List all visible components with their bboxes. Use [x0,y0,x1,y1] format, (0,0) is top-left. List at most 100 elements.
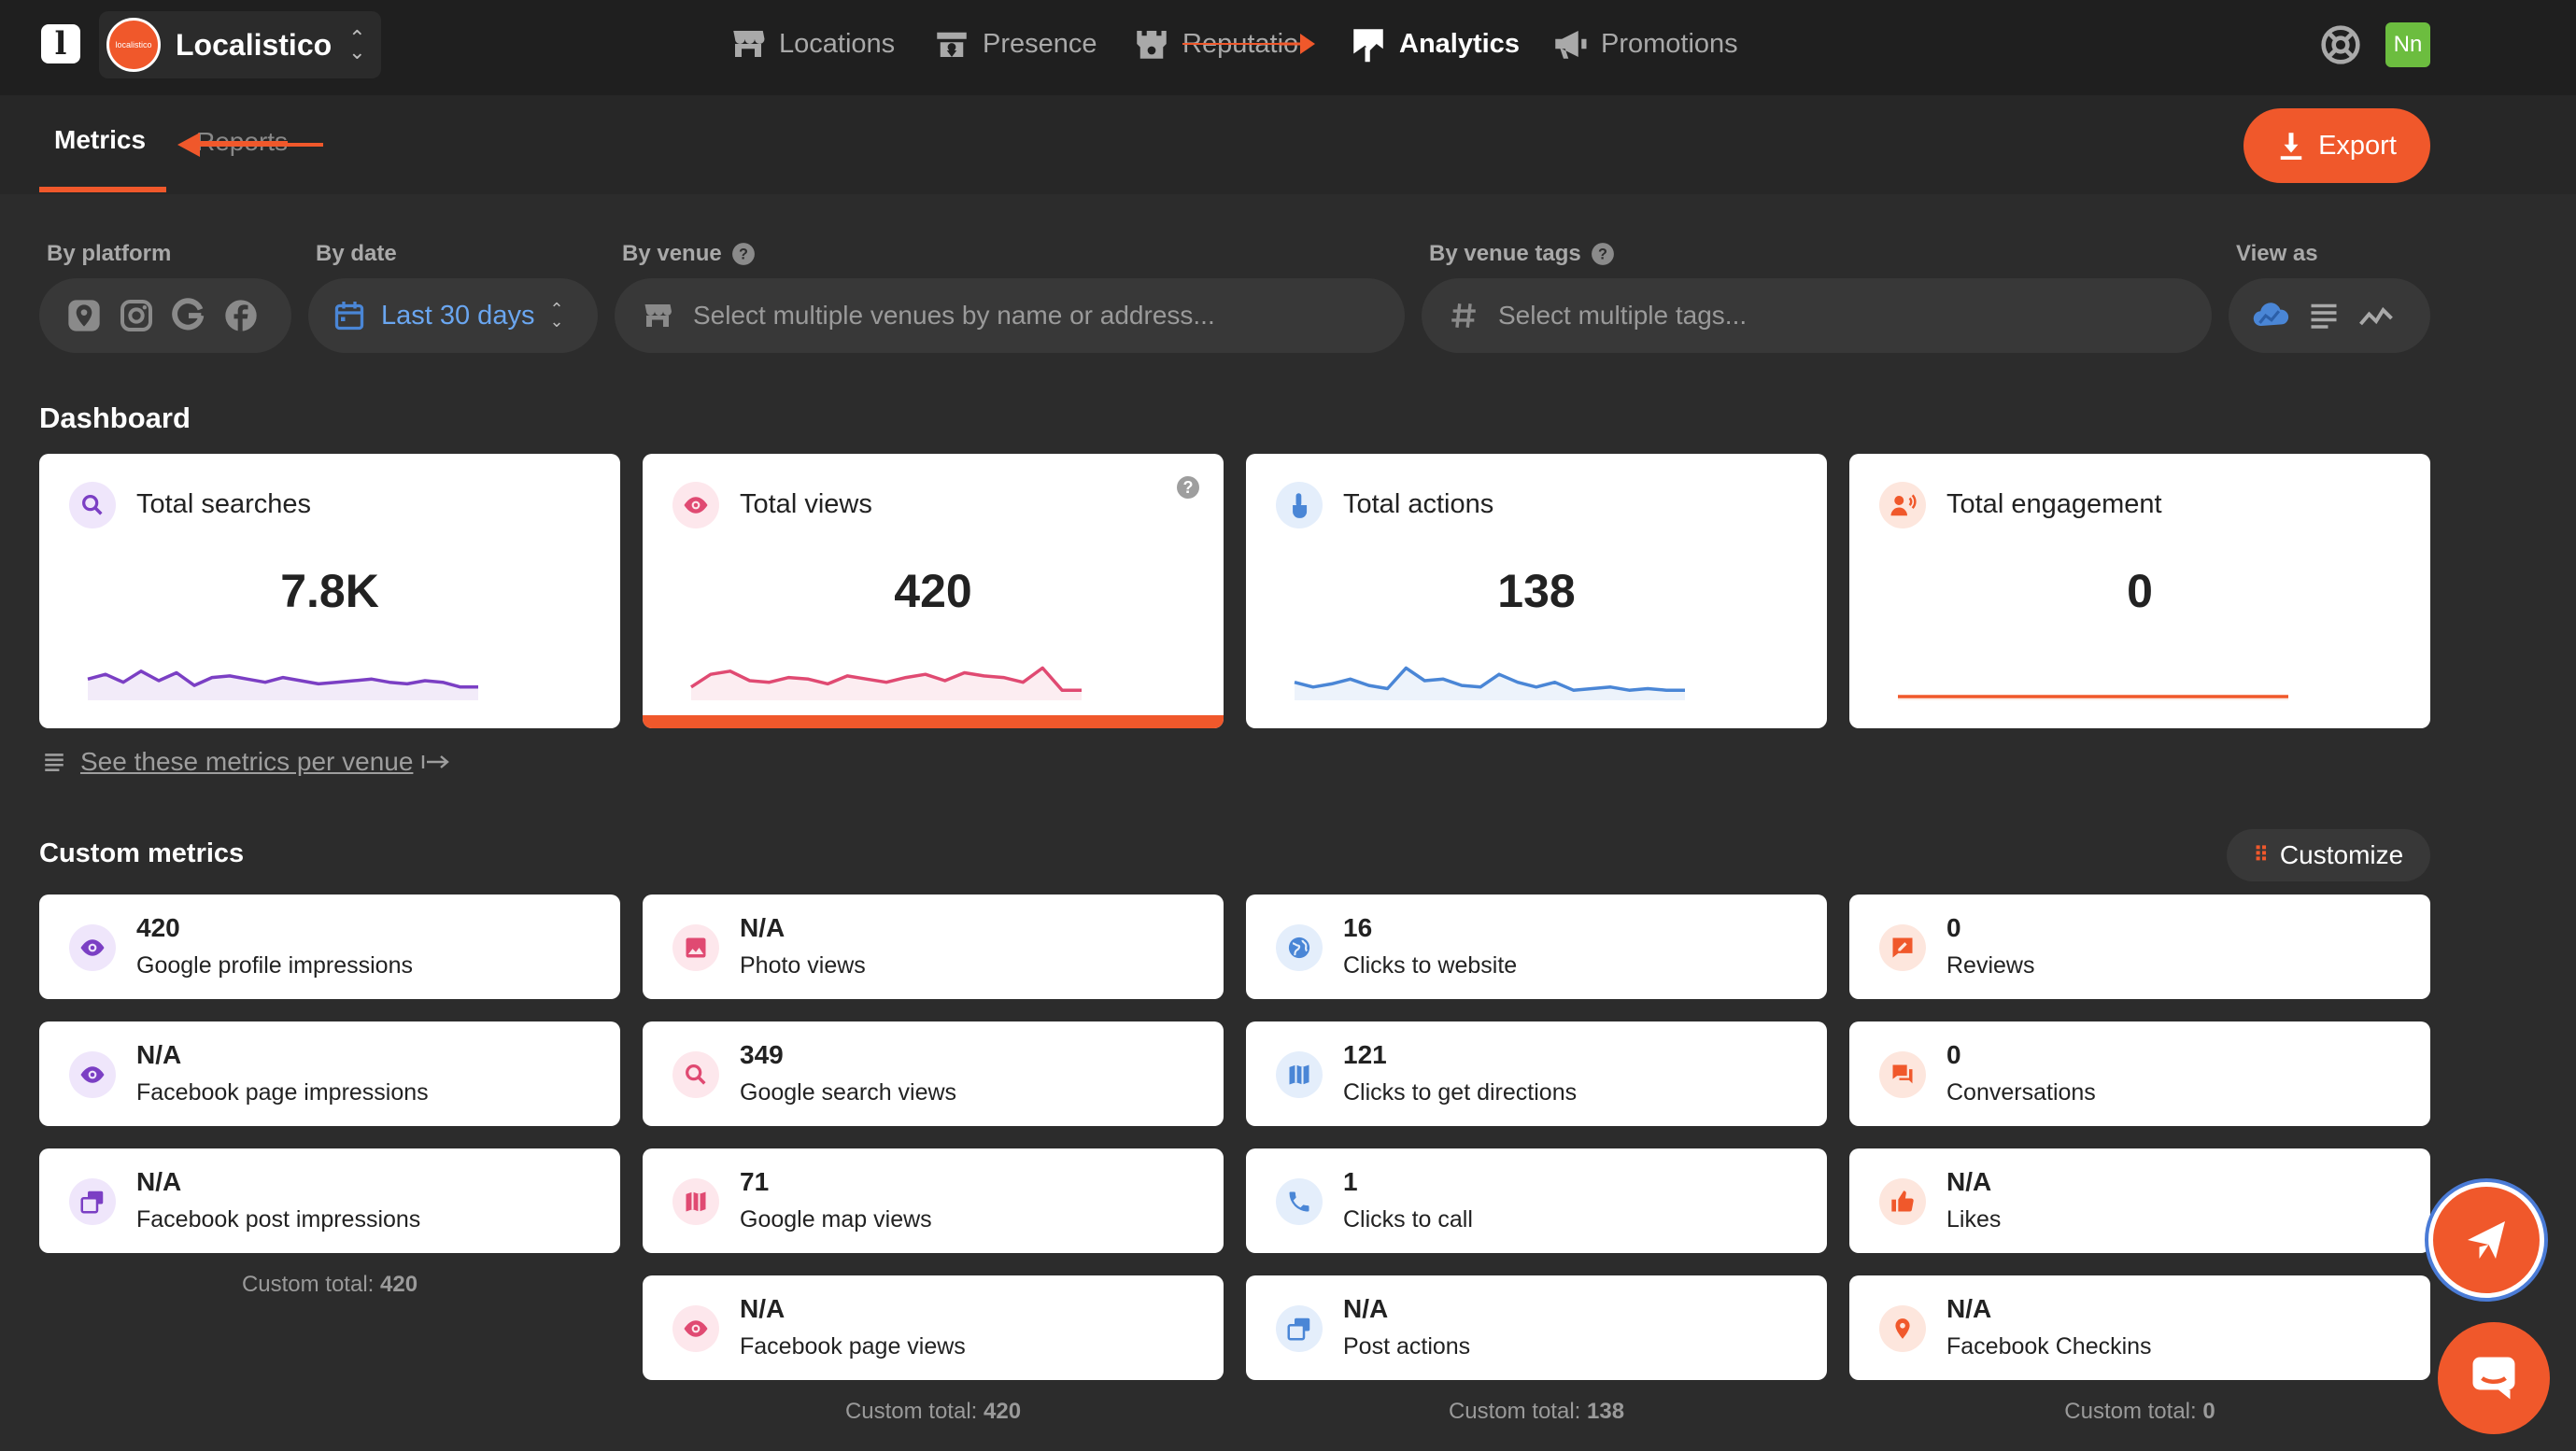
eye-icon [69,924,116,971]
app-logo[interactable]: l [41,24,80,63]
nav-locations[interactable]: Locations [729,22,895,65]
custom-total: Custom total: 420 [643,1399,1224,1425]
org-switcher[interactable]: localistico Localistico ⌃ ⌄ [99,11,381,78]
per-venue-link-text: See these metrics per venue [80,747,414,776]
chat-icon [1879,1051,1926,1098]
metric-label: Google profile impressions [136,952,413,979]
google-icon[interactable] [170,297,207,334]
filter-label-venue: By venue ? [622,241,756,267]
analytics-icon [1353,29,1383,63]
line-chart-view-icon[interactable] [2356,299,2397,332]
metric-value: N/A [740,913,786,942]
nav-label: Promotions [1601,28,1738,59]
export-button[interactable]: Export [2243,108,2430,183]
help-lifebuoy-icon[interactable] [2320,24,2361,65]
globe-icon [1276,924,1323,971]
metric-card[interactable]: N/A Facebook page views [643,1275,1224,1380]
metric-label: Clicks to website [1343,952,1518,979]
metric-label: Facebook page views [740,1333,966,1359]
metric-label: Facebook page impressions [136,1079,429,1106]
help-icon[interactable]: ? [1591,242,1615,266]
annotation-arrow-icon [177,133,323,157]
metric-card[interactable]: N/A Facebook post impressions [39,1148,620,1253]
arrow-right-icon [422,755,450,768]
active-tab-indicator [39,187,166,192]
sparkline [87,669,478,700]
metric-card[interactable]: N/A Facebook Checkins [1849,1275,2430,1380]
custom-total: Custom total: 420 [39,1272,620,1298]
custom-metrics-title: Custom metrics [39,838,245,868]
grip-icon: ⠿ [2253,843,2269,866]
sub-tab-bar: Metrics Reports [0,95,2576,194]
svg-text:?: ? [739,246,748,262]
megaphone-icon [2468,1221,2505,1259]
tags-filter-input[interactable]: Select multiple tags... [1422,278,2212,353]
total-value: 420 [984,1399,1022,1424]
metric-card[interactable]: 1 Clicks to call [1246,1148,1827,1253]
metric-card[interactable]: N/A Facebook page impressions [39,1021,620,1126]
search-icon [672,1051,719,1098]
metric-value: 0 [1946,1040,1961,1069]
metric-card[interactable]: N/A Photo views [643,895,1224,999]
nav-analytics[interactable]: Analytics [1349,22,1520,65]
date-filter-value: Last 30 days [381,300,535,331]
metric-card[interactable]: 0 Conversations [1849,1021,2430,1126]
metric-card[interactable]: N/A Likes [1849,1148,2430,1253]
per-venue-link[interactable]: See these metrics per venue [41,747,452,777]
customize-button[interactable]: ⠿ Customize [2227,829,2430,881]
metric-label: Facebook post impressions [136,1206,421,1233]
facebook-icon[interactable] [222,297,260,334]
metric-card[interactable]: 420 Google profile impressions [39,895,620,999]
kpi-card-searches[interactable]: Total searches 7.8K [39,454,620,728]
cloud-view-icon[interactable] [2251,297,2292,334]
venue-filter-input[interactable]: Select multiple venues by name or addres… [615,278,1405,353]
sparkline [1294,666,1685,700]
metric-value: 0 [1946,913,1961,942]
total-prefix: Custom total: [844,1399,984,1424]
photo-icon [672,924,719,971]
metric-card[interactable]: 16 Clicks to website [1246,895,1827,999]
nav-presence[interactable]: Presence [932,22,1097,65]
metric-card[interactable]: N/A Post actions [1246,1275,1827,1380]
list-icon [45,754,64,771]
nav-promotions[interactable]: Promotions [1550,22,1738,65]
label-text: By venue tags [1429,241,1581,266]
nav-label: Presence [983,28,1097,59]
platform-filter [39,278,291,353]
metric-card[interactable]: 71 Google map views [643,1148,1224,1253]
nav-reputation[interactable]: Reputatio [1132,22,1317,65]
filter-label-tags: By venue tags ? [1429,241,1615,267]
chat-support-button[interactable] [2438,1322,2550,1434]
help-icon[interactable]: ? [731,242,756,266]
instagram-icon[interactable] [118,297,155,334]
nav-label: Analytics [1399,28,1520,59]
chevron-updown-icon: ⌃ ⌄ [549,300,564,331]
metric-card[interactable]: 121 Clicks to get directions [1246,1021,1827,1126]
kpi-card-actions[interactable]: Total actions 138 [1246,454,1827,728]
metric-card[interactable]: 0 Reviews [1849,895,2430,999]
metric-value: N/A [136,1167,182,1196]
user-avatar[interactable]: Nn [2385,22,2430,67]
metric-value: N/A [1946,1294,1992,1323]
metric-label: Photo views [740,952,866,979]
phone-icon [1276,1178,1323,1225]
export-label: Export [2318,130,2397,161]
metric-label: Post actions [1343,1333,1471,1359]
metric-value: 71 [740,1167,770,1196]
kpi-card-views[interactable]: Total views ? 420 [643,454,1224,728]
google-my-business-icon[interactable] [65,297,103,334]
nav-label: Locations [779,28,896,59]
filter-label-platform: By platform [47,241,172,266]
tags-filter-placeholder: Select multiple tags... [1498,301,1748,330]
announcements-button[interactable] [2428,1182,2544,1298]
custom-total: Custom total: 138 [1246,1399,1827,1425]
tab-metrics[interactable]: Metrics [54,125,146,155]
date-filter-select[interactable]: Last 30 days ⌃ ⌄ [308,278,598,353]
annotation-arrow-icon [1280,34,1316,54]
kpi-card-engagement[interactable]: Total engagement 0 [1849,454,2430,728]
dashboard-title: Dashboard [39,401,191,434]
metric-value: N/A [1343,1294,1389,1323]
posts-stack-icon [69,1178,116,1225]
metric-card[interactable]: 349 Google search views [643,1021,1224,1126]
list-view-icon[interactable] [2305,299,2342,332]
